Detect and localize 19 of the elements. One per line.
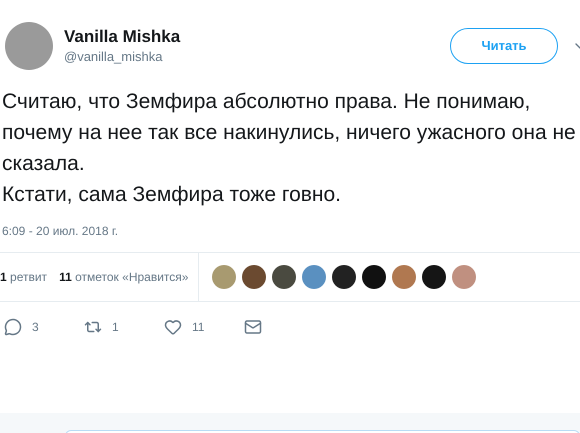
author-handle: @vanilla_mishka [64, 48, 164, 66]
liker-avatar[interactable] [332, 265, 356, 289]
timestamp: 6:09 - 20 июл. 2018 г. [2, 223, 118, 240]
tweet-text: Кстати, сама Земфира тоже говно. [2, 182, 342, 208]
author-name: Vanilla Mishka [64, 26, 180, 48]
stat-text[interactable]: 1 ретвит [0, 268, 48, 286]
stat-text[interactable]: 11 отметок «Нравится» [59, 268, 188, 286]
reply-icon[interactable] [4, 318, 22, 336]
liker-avatar[interactable] [362, 265, 386, 289]
tweet-text: Считаю, что Земфира абсолютно права. Не понимаю, почему на нее так все накинулись, ничего ужасного она не сказала. [2, 89, 576, 177]
message-icon[interactable] [244, 318, 262, 336]
action-count: 1 [112, 319, 119, 336]
action-count: 3 [32, 319, 39, 336]
liker-avatar[interactable] [242, 265, 266, 289]
avatar-placeholder [5, 22, 53, 70]
liker-avatar[interactable] [422, 265, 446, 289]
liker-avatar[interactable] [272, 265, 296, 289]
action-count: 11 [192, 319, 204, 336]
like-icon[interactable] [164, 318, 182, 336]
